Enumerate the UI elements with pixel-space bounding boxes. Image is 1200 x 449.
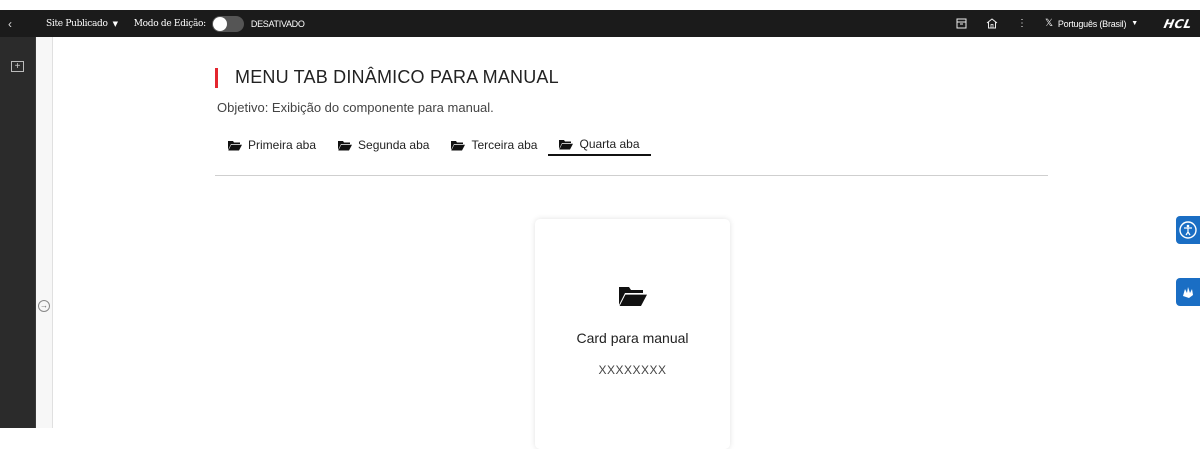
- language-selector[interactable]: 𝕏 Português (Brasil) ▼: [1045, 18, 1138, 29]
- tab-label: Primeira aba: [248, 138, 316, 152]
- layout-icon[interactable]: [947, 18, 977, 29]
- tab-segunda-aba[interactable]: Segunda aba: [327, 134, 440, 156]
- tab-terceira-aba[interactable]: Terceira aba: [440, 134, 548, 156]
- tab-label: Segunda aba: [358, 138, 429, 152]
- sign-language-icon: [1180, 284, 1196, 300]
- tab-quarta-aba[interactable]: Quarta aba: [548, 134, 650, 156]
- tabs-divider: [215, 175, 1048, 176]
- card-title: Card para manual: [535, 330, 730, 346]
- language-label: Português (Brasil): [1058, 19, 1126, 29]
- edit-mode-label: Modo de Edição:: [134, 19, 206, 29]
- tab-label: Terceira aba: [471, 138, 537, 152]
- page-title: MENU TAB DINÂMICO PARA MANUAL: [235, 67, 559, 88]
- accessibility-button[interactable]: [1176, 216, 1200, 244]
- hcl-logo: HCL: [1163, 17, 1194, 31]
- edit-mode-state: DESATIVADO: [251, 19, 305, 29]
- folder-open-icon: [618, 285, 648, 307]
- home-icon[interactable]: [977, 18, 1007, 29]
- caret-down-icon: ▼: [113, 20, 118, 28]
- main-content: MENU TAB DINÂMICO PARA MANUAL Objetivo: …: [53, 37, 1200, 428]
- sign-language-button[interactable]: [1176, 278, 1200, 306]
- edit-mode-toggle[interactable]: [212, 16, 244, 32]
- site-status-label: Site Publicado: [46, 19, 108, 29]
- more-options-icon[interactable]: ⋮: [1007, 18, 1037, 29]
- add-component-icon[interactable]: +: [11, 61, 24, 72]
- translate-icon: 𝕏: [1045, 18, 1053, 29]
- expand-panel-icon[interactable]: →: [38, 300, 50, 312]
- tab-label: Quarta aba: [579, 137, 639, 151]
- card-subtitle: XXXXXXXX: [535, 363, 730, 377]
- accessibility-icon: [1179, 221, 1197, 239]
- page-objective: Objetivo: Exibição do componente para ma…: [217, 100, 494, 115]
- caret-down-icon: ▼: [1131, 20, 1138, 27]
- tab-primeira-aba[interactable]: Primeira aba: [217, 134, 327, 156]
- site-status-dropdown[interactable]: Site Publicado ▼: [46, 19, 118, 29]
- tab-bar: Primeira aba Segunda aba Terceira aba Qu…: [217, 134, 651, 156]
- collapsed-panel: →: [36, 37, 53, 428]
- top-toolbar: ‹ Site Publicado ▼ Modo de Edição: DESAT…: [0, 10, 1200, 37]
- page-header: MENU TAB DINÂMICO PARA MANUAL: [215, 67, 559, 88]
- left-sidebar: +: [0, 37, 36, 428]
- chevron-left-icon[interactable]: ‹: [0, 17, 20, 31]
- folder-open-icon: [228, 140, 242, 151]
- manual-card[interactable]: Card para manual XXXXXXXX: [535, 219, 730, 449]
- folder-open-icon: [559, 139, 573, 150]
- title-accent-bar: [215, 68, 218, 88]
- folder-open-icon: [451, 140, 465, 151]
- folder-open-icon: [338, 140, 352, 151]
